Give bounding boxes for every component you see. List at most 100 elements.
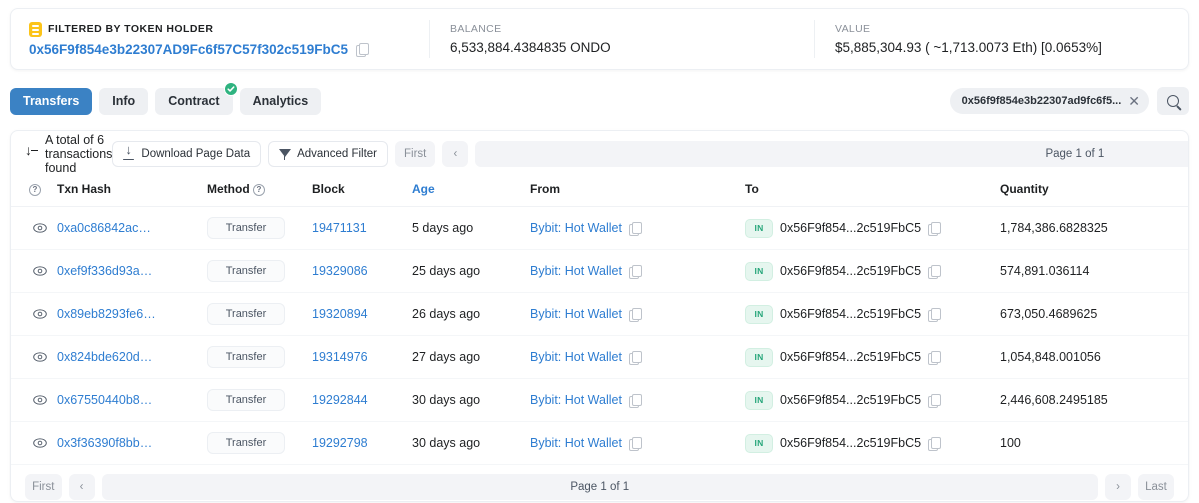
tab-contract[interactable]: Contract [155,81,238,115]
eye-icon[interactable] [29,432,51,454]
tab-info[interactable]: Info [99,87,149,115]
eye-icon[interactable] [29,260,51,282]
block-link[interactable]: 19329086 [312,264,368,278]
search-filter-chip[interactable]: 0x56f9f854e3b22307ad9fc6f5... ✕ [949,88,1149,114]
to-address-text: 0x56F9f854...2c519FbC5 [780,393,922,407]
from-address-link[interactable]: Bybit: Hot Wallet [530,264,622,278]
method-badge: Transfer [207,217,285,239]
block-link[interactable]: 19292798 [312,436,368,450]
cell-txn-hash: 0x3f36390f8bb… [57,421,207,465]
copy-icon[interactable] [628,264,642,279]
method-badge: Transfer [207,346,285,368]
copy-icon[interactable] [355,42,369,57]
help-icon[interactable]: ? [29,183,41,196]
column-header-method-label: Method [207,182,250,196]
to-address-text: 0x56F9f854...2c519FbC5 [780,221,922,235]
table-row[interactable]: 0x89eb8293fe6… Transfer 19320894 26 days… [11,292,1188,336]
txn-hash-link[interactable]: 0x67550440b8… [57,393,152,407]
to-address-text: 0x56F9f854...2c519FbC5 [780,264,922,278]
download-page-data-button[interactable]: Download Page Data [112,141,262,167]
txn-hash-link[interactable]: 0x824bde620d… [57,350,152,364]
copy-icon[interactable] [928,393,942,408]
filtered-by-token-holder-section: FILTERED BY TOKEN HOLDER 0x56F9f854e3b22… [29,17,429,61]
cell-quantity: 574,891.036114 [1000,249,1188,293]
to-address-text: 0x56F9f854...2c519FbC5 [780,307,922,321]
tab-transfers-label: Transfers [23,94,80,108]
quantity-value: 2,446,608.2495185 [1000,393,1108,407]
eye-icon[interactable] [29,303,51,325]
column-header-to: To [745,173,1000,207]
txn-hash-link[interactable]: 0xa0c86842ac… [57,221,151,235]
pagination-page-indicator-top: Page 1 of 1 [475,141,1188,167]
copy-icon[interactable] [928,307,942,322]
cell-txn-hash: 0x824bde620d… [57,335,207,379]
tabs-row: Transfers Info Contract Analytics 0x56f9… [10,81,1189,118]
cell-from: Bybit: Hot Wallet [530,378,745,422]
pagination-first-button-top[interactable]: First [395,141,436,167]
pagination-prev-button-bottom[interactable]: ‹ [68,474,95,500]
copy-icon[interactable] [928,436,942,451]
from-address-link[interactable]: Bybit: Hot Wallet [530,393,622,407]
balance-section: BALANCE 6,533,884.4384835 ONDO [429,20,814,58]
copy-icon[interactable] [628,393,642,408]
eye-icon[interactable] [29,217,51,239]
cell-block: 19471131 [312,206,412,250]
copy-icon[interactable] [928,350,942,365]
from-address-link[interactable]: Bybit: Hot Wallet [530,307,622,321]
method-badge: Transfer [207,389,285,411]
copy-icon[interactable] [628,436,642,451]
to-address-text: 0x56F9f854...2c519FbC5 [780,350,922,364]
copy-icon[interactable] [628,307,642,322]
search-button[interactable] [1157,87,1189,115]
from-address-link[interactable]: Bybit: Hot Wallet [530,350,622,364]
block-link[interactable]: 19320894 [312,307,368,321]
from-address-link[interactable]: Bybit: Hot Wallet [530,436,622,450]
block-link[interactable]: 19471131 [312,221,367,235]
column-header-quantity: Quantity [1000,173,1188,207]
from-address-link[interactable]: Bybit: Hot Wallet [530,221,622,235]
pagination-first-button-bottom[interactable]: First [25,474,62,500]
quantity-value: 673,050.4689625 [1000,307,1098,321]
txn-hash-link[interactable]: 0x89eb8293fe6… [57,307,156,321]
block-link[interactable]: 19292844 [312,393,368,407]
tab-analytics[interactable]: Analytics [239,87,322,115]
copy-icon[interactable] [928,264,942,279]
balance-value: 6,533,884.4384835 ONDO [450,40,611,55]
copy-icon[interactable] [928,221,942,236]
cell-quantity: 1,054,848.001056 [1000,335,1188,379]
pagination-prev-button-top[interactable]: ‹ [442,141,469,167]
tab-transfers[interactable]: Transfers [10,87,93,115]
txn-hash-link[interactable]: 0x3f36390f8bb… [57,436,152,450]
method-badge: Transfer [207,432,285,454]
table-row[interactable]: 0x67550440b8… Transfer 19292844 30 days … [11,378,1188,422]
quantity-value: 1,784,386.6828325 [1000,221,1108,235]
block-link[interactable]: 19314976 [312,350,368,364]
table-row[interactable]: 0xa0c86842ac… Transfer 19471131 5 days a… [11,206,1188,250]
filtered-address-link[interactable]: 0x56F9f854e3b22307AD9Fc6f57C57f302c519Fb… [29,42,429,57]
txn-hash-link[interactable]: 0xef9f336d93a… [57,264,152,278]
help-icon[interactable]: ? [253,183,265,196]
quantity-value: 574,891.036114 [1000,264,1090,278]
copy-icon[interactable] [628,350,642,365]
copy-icon[interactable] [628,221,642,236]
table-row[interactable]: 0x824bde620d… Transfer 19314976 27 days … [11,335,1188,379]
eye-icon[interactable] [29,389,51,411]
filtered-by-label: FILTERED BY TOKEN HOLDER [48,23,214,35]
sort-descending-icon[interactable] [25,143,38,161]
row-preview-cell [11,421,57,465]
pagination-last-button-bottom[interactable]: Last [1137,474,1174,500]
cell-method: Transfer [207,378,312,422]
pagination-page-indicator-bottom: Page 1 of 1 [101,474,1098,500]
table-row[interactable]: 0xef9f336d93a… Transfer 19329086 25 days… [11,249,1188,293]
cell-txn-hash: 0x89eb8293fe6… [57,292,207,336]
row-preview-cell [11,249,57,293]
advanced-filter-button[interactable]: Advanced Filter [268,141,388,167]
close-icon[interactable]: ✕ [1128,94,1140,108]
cell-from: Bybit: Hot Wallet [530,249,745,293]
table-row[interactable]: 0x3f36390f8bb… Transfer 19292798 30 days… [11,421,1188,465]
cell-block: 19292844 [312,378,412,422]
column-header-age[interactable]: Age [412,173,530,207]
eye-icon[interactable] [29,346,51,368]
pagination-next-button-bottom[interactable]: › [1104,474,1131,500]
column-header-txn-hash: Txn Hash [57,173,207,207]
